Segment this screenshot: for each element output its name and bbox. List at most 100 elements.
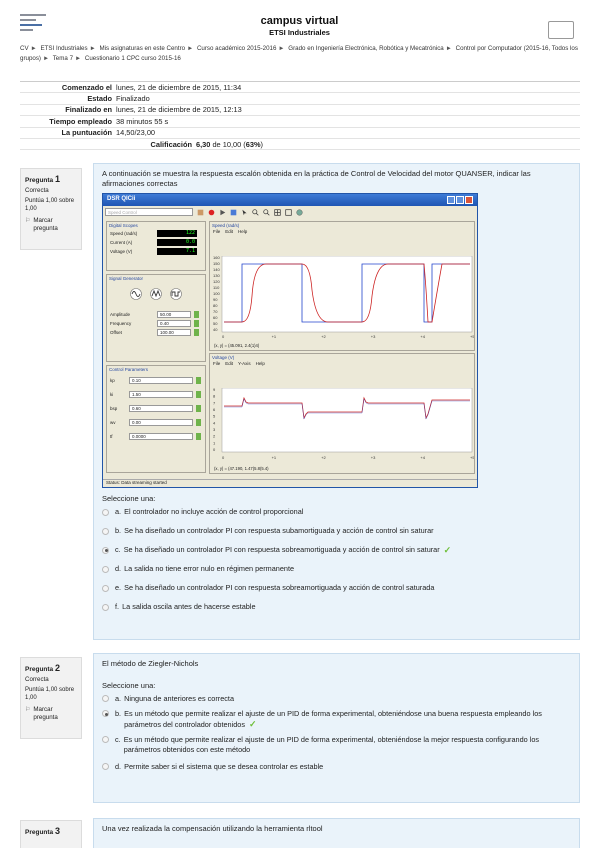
question-state: Correcta [25, 187, 49, 194]
y-tick-label: 70 [213, 309, 218, 314]
summary-row: Finalizado en lunes, 21 de diciembre de … [20, 105, 580, 117]
summary-label: Finalizado en [65, 105, 112, 115]
zoom-in-icon [252, 208, 259, 216]
answer-option[interactable]: c. Se ha diseñado un controlador PI con r… [102, 545, 571, 555]
radio-button[interactable] [102, 584, 109, 592]
breadcrumb-item[interactable]: ETSI Industriales [40, 45, 87, 52]
answer-list: a. Ninguna de anteriores es correcta b. Es… [102, 694, 571, 772]
question-points: Puntúa 1,00 sobre 1,00 [25, 198, 75, 212]
breadcrumb-item[interactable]: Curso académico 2015-2016 [197, 45, 276, 52]
question-info-1: Pregunta 1 Correcta Puntúa 1,00 sobre 1,… [20, 168, 82, 250]
y-tick-label: 9 [213, 388, 216, 392]
answer-option[interactable]: d. La salida no tiene error nulo en régim… [102, 564, 571, 574]
flag-question-link[interactable]: ⚐ Marcar pregunta [25, 706, 77, 722]
breadcrumb-item[interactable]: Tema 7 [53, 55, 73, 62]
quanser-screenshot: DSR QICii Speed Control Digital Scopes S… [102, 193, 478, 488]
digital-scopes-panel: Digital Scopes Speed (rad/s) 122 Current … [106, 221, 206, 271]
chart-icon [230, 209, 237, 215]
radio-button[interactable] [102, 603, 109, 611]
record-icon [208, 209, 215, 215]
radio-button[interactable] [102, 695, 109, 702]
zoom-out-icon [263, 208, 270, 216]
y-tick-label: 6 [213, 407, 216, 412]
question-body-2: El método de Ziegler-Nichols Seleccione … [93, 653, 580, 803]
x-tick-label: +5 [470, 455, 474, 460]
summary-value: lunes, 21 de diciembre de 2015, 11:34 [116, 82, 242, 92]
x-tick-label: +3 [371, 455, 376, 460]
triangle-wave-icon [150, 288, 162, 300]
answer-option[interactable]: a. Ninguna de anteriores es correcta [102, 694, 571, 704]
answer-option[interactable]: f. La salida oscila antes de hacerse esta… [102, 602, 571, 612]
breadcrumb-item[interactable]: Cuestionario 1 CPC curso 2015-16 [85, 55, 181, 62]
grid-icon [274, 208, 281, 216]
x-tick-label: 0 [222, 455, 225, 460]
radio-button[interactable] [102, 527, 109, 535]
select-prompt: Seleccione una: [102, 494, 156, 503]
y-tick-label: 100 [213, 291, 220, 296]
question-state: Correcta [25, 676, 49, 683]
minimize-icon [447, 196, 455, 204]
breadcrumb-item[interactable]: Grado en Ingeniería Electrónica, Robótic… [288, 45, 443, 52]
summary-row: Tiempo empleado 38 minutos 55 s [20, 116, 580, 128]
y-tick-label: 2 [213, 434, 216, 439]
globe-icon [296, 209, 303, 215]
correct-check-icon: ✓ [248, 718, 257, 729]
question-text: A continuación se muestra la respuesta e… [102, 169, 531, 188]
breadcrumb-item[interactable]: Mis asignaturas en este Centro [99, 45, 185, 52]
answer-option[interactable]: a. El controlador no incluye acción de co… [102, 507, 571, 517]
y-tick-label: 90 [213, 297, 218, 302]
breadcrumb-item[interactable]: CV [20, 45, 29, 52]
y-tick-label: 3 [213, 427, 216, 432]
y-tick-label: 130 [213, 273, 220, 278]
fit-icon [285, 208, 292, 216]
answer-option[interactable]: b. Se ha diseñado un controlador PI con r… [102, 526, 571, 536]
site-title: campus virtual [260, 15, 339, 27]
x-tick-label: +2 [321, 455, 326, 460]
x-tick-label: +1 [272, 455, 277, 460]
flag-icon: ⚐ [25, 218, 31, 224]
y-tick-label: 150 [213, 261, 220, 266]
radio-button[interactable] [102, 736, 109, 743]
radio-button[interactable] [102, 565, 109, 573]
speed-plot: 160150140130120110100908070605040 0 +1 +2 +… [213, 256, 474, 339]
radio-button[interactable] [102, 508, 109, 516]
signal-generator-panel: Signal Generator Amplitude 50.00 Frequenc… [106, 274, 206, 362]
breadcrumb: CV ► ETSI Industriales ► Mis asignaturas e… [20, 45, 578, 62]
answer-option[interactable]: c. Es un método que permite realizar el a… [102, 735, 571, 755]
answer-option[interactable]: e. Se ha diseñado un controlador PI con r… [102, 583, 571, 593]
summary-row: Calificación 6,30 de 10,00 (63%) [20, 139, 580, 151]
radio-button-selected[interactable] [102, 546, 109, 554]
y-tick-label: 7 [213, 400, 216, 405]
grade-value: 6,30 de 10,00 (63%) [196, 139, 263, 149]
attempt-summary-table: Comenzado el lunes, 21 de diciembre de 2… [20, 81, 580, 151]
question-body-3: Una vez realizada la compensación utiliz… [93, 818, 580, 848]
window-titlebar: DSR QICii [103, 194, 477, 206]
site-subtitle: ETSI Industriales [269, 28, 330, 37]
pointer-icon [242, 209, 247, 215]
y-tick-label: 160 [213, 256, 220, 260]
maximize-icon [456, 196, 464, 204]
control-parameters-panel: Control Parameters kp 0.10 ki 1.50 bsp 0.60… [106, 365, 206, 473]
square-wave-icon [170, 288, 182, 300]
question-points: Puntúa 1,00 sobre 1,00 [25, 687, 75, 701]
summary-label: Calificación [150, 139, 192, 149]
answer-option[interactable]: b. Es un método que permite realizar el a… [102, 709, 571, 730]
flag-question-link[interactable]: ⚐ Marcar pregunta [25, 217, 77, 233]
x-tick-label: +1 [272, 334, 277, 339]
question-info-2: Pregunta 2 Correcta Puntúa 1,00 sobre 1,… [20, 657, 82, 739]
y-tick-label: 40 [213, 327, 218, 332]
question-info-3: Pregunta 3 [20, 820, 82, 848]
summary-value: Finalizado [116, 94, 150, 104]
radio-button-selected[interactable] [102, 710, 109, 717]
y-tick-label: 60 [213, 315, 218, 320]
speed-plot-panel: Speed (rad/s) File Edit Help 160 150 140 130 1… [209, 221, 475, 351]
summary-label: La puntuación [61, 128, 112, 138]
summary-label: Estado [87, 94, 112, 104]
user-menu-button[interactable] [548, 21, 574, 39]
question-text: El método de Ziegler-Nichols [102, 659, 199, 668]
y-tick-label: 5 [213, 414, 216, 419]
answer-option[interactable]: d. Permite saber si el sistema que se des… [102, 762, 571, 772]
radio-button[interactable] [102, 763, 109, 770]
summary-value: 14,50/23,00 [116, 128, 156, 138]
x-tick-label: 0 [222, 334, 225, 339]
